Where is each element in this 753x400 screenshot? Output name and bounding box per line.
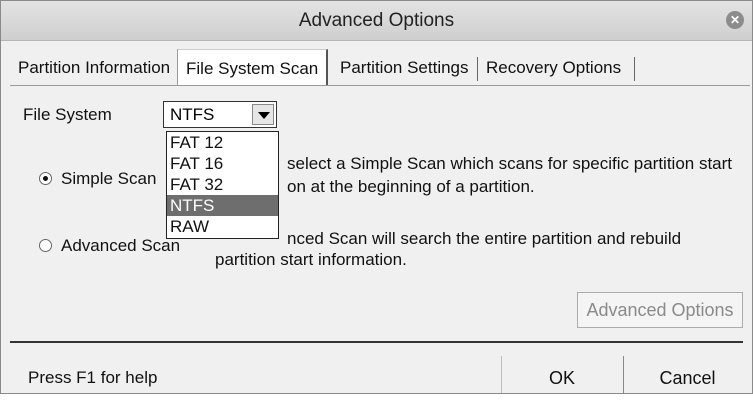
tab-file-system-scan[interactable]: File System Scan xyxy=(177,49,329,86)
file-system-dropdown[interactable]: NTFS xyxy=(163,101,277,128)
tab-underline xyxy=(10,85,750,86)
window-title: Advanced Options xyxy=(298,10,455,31)
advanced-scan-description-line2: partition start information. xyxy=(215,250,407,269)
option-fat16[interactable]: FAT 16 xyxy=(167,153,278,174)
tab-separator xyxy=(634,57,635,81)
close-icon[interactable]: ✕ xyxy=(726,11,744,29)
option-fat12[interactable]: FAT 12 xyxy=(167,132,278,153)
tab-partition-information[interactable]: Partition Information xyxy=(10,51,178,85)
advanced-scan-label[interactable]: Advanced Scan xyxy=(61,236,180,256)
advanced-options-button[interactable]: Advanced Options xyxy=(577,292,743,328)
advanced-options-dialog: Advanced Options ✕ Partition Information… xyxy=(0,0,753,394)
chevron-down-icon[interactable] xyxy=(252,104,274,125)
tab-partition-settings[interactable]: Partition Settings xyxy=(332,51,477,85)
simple-scan-description-line1: select a Simple Scan which scans for spe… xyxy=(287,154,733,173)
simple-scan-radio[interactable] xyxy=(39,172,52,185)
cancel-button[interactable]: Cancel xyxy=(623,356,751,393)
tab-bar: Partition Information File System Scan P… xyxy=(10,49,750,87)
option-raw[interactable]: RAW xyxy=(167,216,278,237)
simple-scan-description-line2: on at the beginning of a partition. xyxy=(287,177,535,196)
option-fat32[interactable]: FAT 32 xyxy=(167,174,278,195)
file-system-options-list: FAT 12 FAT 16 FAT 32 NTFS RAW xyxy=(166,131,279,239)
option-ntfs[interactable]: NTFS xyxy=(167,195,278,216)
file-system-label: File System xyxy=(23,105,112,124)
file-system-selected-value: NTFS xyxy=(170,105,215,124)
advanced-scan-description-line1: nced Scan will search the entire partiti… xyxy=(287,229,682,248)
title-bar: Advanced Options ✕ xyxy=(1,1,752,41)
footer-divider xyxy=(10,341,743,343)
simple-scan-label[interactable]: Simple Scan xyxy=(61,169,156,189)
status-help-text: Press F1 for help xyxy=(28,368,158,387)
tab-recovery-options[interactable]: Recovery Options xyxy=(478,51,629,85)
ok-button[interactable]: OK xyxy=(501,356,622,393)
advanced-scan-radio[interactable] xyxy=(39,239,52,252)
